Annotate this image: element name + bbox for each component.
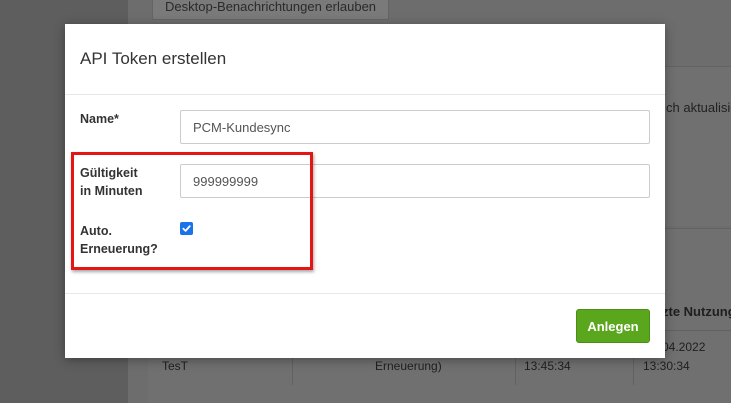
dialog-footer: Anlegen (65, 293, 665, 358)
name-input[interactable] (180, 110, 650, 144)
table-cell-created-time: 13:45:34 (524, 359, 571, 373)
validity-label-line1: Gültigkeit (80, 166, 138, 180)
desktop-notifications-button[interactable]: Desktop-Benachrichtungen erlauben (152, 0, 390, 20)
auto-renew-label-line1: Auto. (80, 224, 112, 238)
validity-minutes-input[interactable] (180, 164, 650, 198)
create-api-token-dialog: API Token erstellen Name* Gültigkeit in … (65, 24, 665, 358)
table-header-last-used: zte Nutzung (662, 304, 731, 319)
dialog-header: API Token erstellen (65, 24, 665, 95)
name-label: Name* (80, 112, 119, 126)
table-cell-last-used-time: 13:30:34 (643, 359, 690, 373)
check-icon (182, 225, 191, 232)
table-cell-last-used-date: 04.2022 (662, 340, 706, 354)
background-panel-text: ch aktualisier (666, 100, 731, 115)
auto-renew-checkbox[interactable] (180, 222, 193, 235)
table-cell-name: TesT (162, 359, 189, 373)
create-button[interactable]: Anlegen (576, 309, 650, 343)
dialog-title: API Token erstellen (80, 49, 227, 68)
validity-label: Gültigkeit in Minuten (80, 164, 143, 200)
auto-renew-label: Auto. Erneuerung? (80, 222, 158, 258)
validity-label-line2: in Minuten (80, 184, 143, 198)
auto-renew-label-line2: Erneuerung? (80, 242, 158, 256)
table-cell-validity: Erneuerung) (375, 359, 442, 373)
